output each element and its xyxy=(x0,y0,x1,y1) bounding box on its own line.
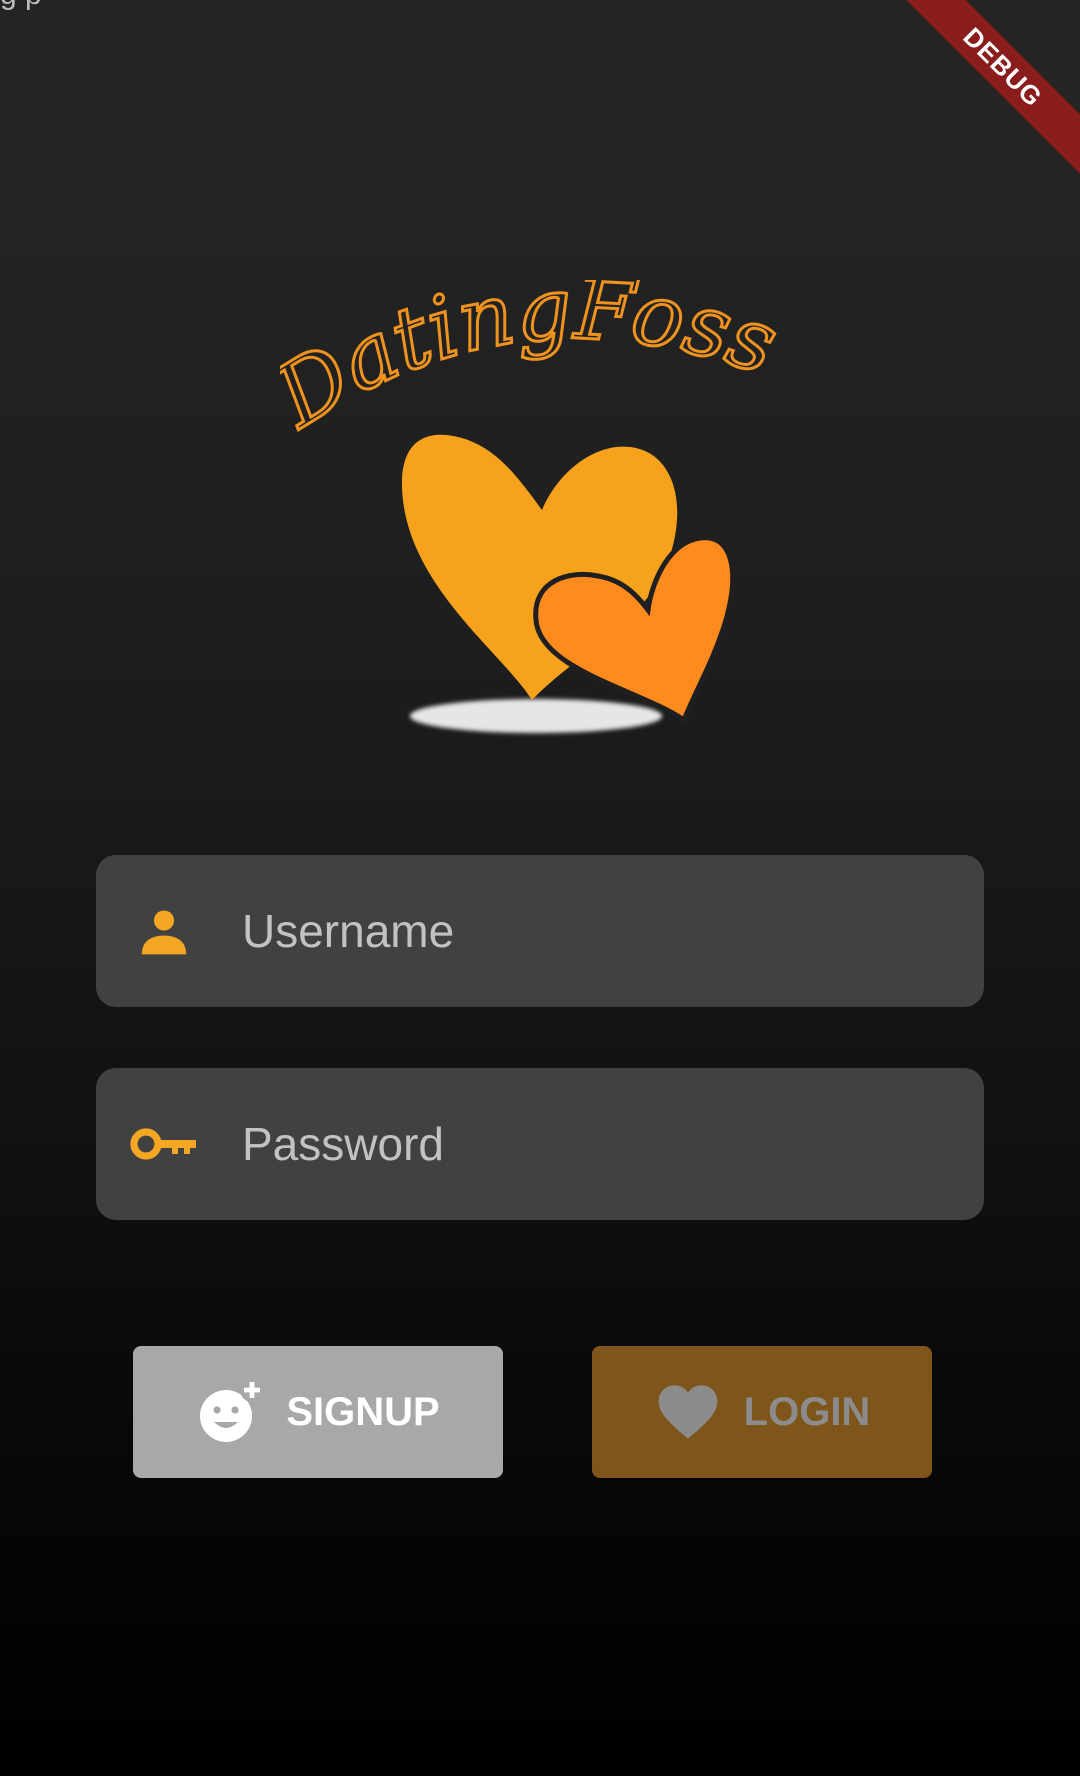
login-button-label: LOGIN xyxy=(743,1389,871,1434)
username-input[interactable] xyxy=(240,855,960,1007)
signup-button[interactable]: SIGNUP xyxy=(133,1346,503,1478)
status-text: g p xyxy=(0,0,42,12)
face-plus-icon xyxy=(196,1378,265,1446)
person-icon xyxy=(130,897,198,965)
app-logo: DatingFoss xyxy=(255,257,800,740)
key-icon xyxy=(130,1110,198,1178)
password-input[interactable] xyxy=(240,1068,960,1220)
logo-shadow xyxy=(410,699,662,733)
heart-icon xyxy=(654,1378,722,1446)
password-field[interactable] xyxy=(96,1068,984,1220)
username-field[interactable] xyxy=(96,855,984,1007)
logo-title: DatingFoss xyxy=(280,280,789,448)
login-button[interactable]: LOGIN xyxy=(592,1346,932,1478)
logo-graphic: DatingFoss xyxy=(255,257,791,733)
status-bar: g p xyxy=(0,0,1080,72)
signup-button-label: SIGNUP xyxy=(286,1389,440,1434)
